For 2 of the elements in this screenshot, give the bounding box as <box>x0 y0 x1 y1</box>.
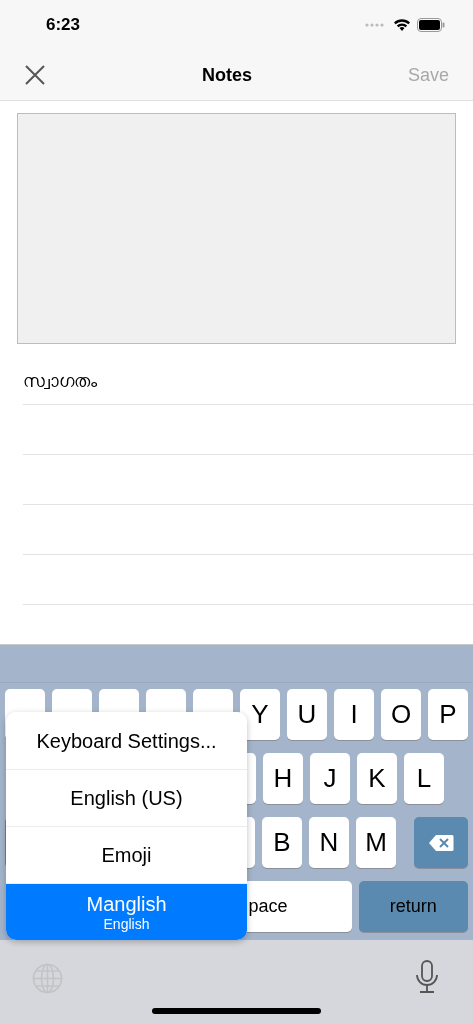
window-title: Notes <box>201 63 252 87</box>
status-time: 6:23 <box>46 14 81 37</box>
